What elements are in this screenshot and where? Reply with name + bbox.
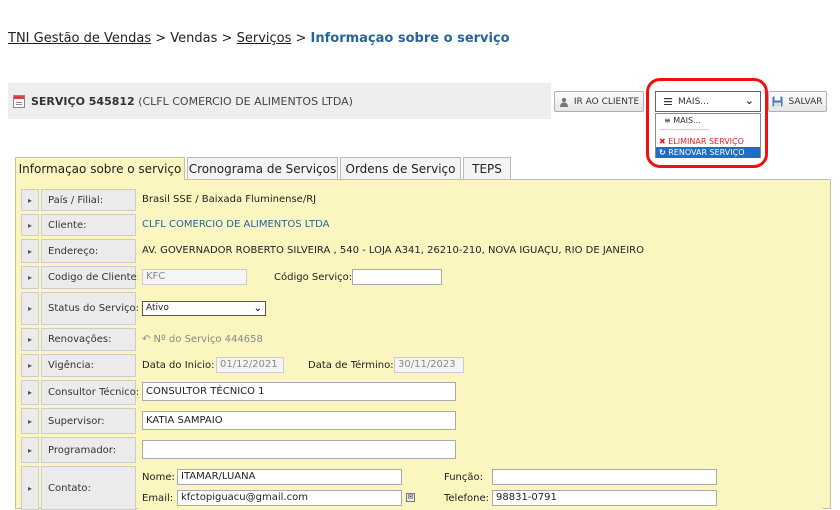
expand-arrow-icon[interactable]: ▸ xyxy=(21,239,39,263)
form-row-renovacoes: ▸ Renovações: ↶ Nº do Serviço 444658 xyxy=(21,328,823,351)
ir-ao-cliente-button[interactable]: IR AO CLIENTE xyxy=(554,91,644,112)
form-row-programador: ▸ Programador: xyxy=(21,437,823,463)
ir-ao-cliente-label: IR AO CLIENTE xyxy=(573,96,640,107)
data-inicio-field[interactable]: 01/12/2021 xyxy=(216,357,284,373)
breadcrumb-separator: > xyxy=(217,31,237,46)
form-row-consultor: ▸ Consultor Técnico: CONSULTOR TÉCNICO 1 xyxy=(21,380,823,405)
supervisor-field[interactable]: KATIA SAMPAIO xyxy=(142,411,456,430)
cliente-link[interactable]: CLFL COMERCIO DE ALIMENTOS LTDA xyxy=(142,219,329,230)
supervisor-label: Supervisor: xyxy=(41,408,136,434)
contato-telefone-label: Telefone: xyxy=(444,493,489,504)
breadcrumb: TNI Gestão de Vendas > Vendas > Serviços… xyxy=(8,31,510,46)
highlight-annotation xyxy=(646,78,768,168)
breadcrumb-separator: > xyxy=(291,31,311,46)
expand-arrow-icon[interactable]: ▸ xyxy=(21,437,39,463)
breadcrumb-separator: > xyxy=(151,31,171,46)
breadcrumb-item-vendas: Vendas xyxy=(170,31,218,46)
tab-ordens[interactable]: Ordens de Serviço xyxy=(340,157,461,179)
data-inicio-label: Data do Inicio: xyxy=(142,360,215,371)
service-document-icon xyxy=(13,95,25,108)
endereco-label: Endereço: xyxy=(41,239,136,263)
consultor-label: Consultor Técnico: xyxy=(41,380,139,405)
pais-value: Brasil SSE / Baixada Fluminense/RJ xyxy=(142,194,317,205)
expand-arrow-icon[interactable]: ▸ xyxy=(21,408,39,434)
breadcrumb-link-servicos[interactable]: Serviços xyxy=(237,31,292,46)
consultor-field[interactable]: CONSULTOR TÉCNICO 1 xyxy=(142,382,456,401)
form-row-status: ▸ Status do Serviço: Ativo ⌄ xyxy=(21,292,823,325)
programador-label: Programador: xyxy=(41,437,136,463)
expand-arrow-icon[interactable]: ▸ xyxy=(21,328,39,351)
codigo-cliente-label: Codigo de Cliente: xyxy=(41,266,140,289)
cliente-label: Cliente: xyxy=(41,214,136,236)
tab-informacao[interactable]: Informaçao sobre o serviço xyxy=(15,157,185,180)
user-icon xyxy=(559,97,568,107)
breadcrumb-link-tni[interactable]: TNI Gestão de Vendas xyxy=(8,31,151,46)
service-client-name: (CLFL COMERCIO DE ALIMENTOS LTDA) xyxy=(138,95,353,108)
save-disk-icon xyxy=(772,96,783,107)
form-row-cliente: ▸ Cliente: CLFL COMERCIO DE ALIMENTOS LT… xyxy=(21,214,823,236)
form-row-contato: ▸ Contato: Nome: ITAMAR/LUANA Função: Em… xyxy=(21,466,823,510)
form-row-supervisor: ▸ Supervisor: KATIA SAMPAIO xyxy=(21,408,823,434)
expand-arrow-icon[interactable]: ▸ xyxy=(21,214,39,236)
tab-cronograma[interactable]: Cronograma de Serviços xyxy=(187,157,338,179)
contato-funcao-label: Função: xyxy=(444,472,483,483)
data-termino-label: Data de Término: xyxy=(308,360,394,371)
form-row-codigo: ▸ Codigo de Cliente: KFC Código Serviço: xyxy=(21,266,823,289)
tab-teps[interactable]: TEPS xyxy=(463,157,511,179)
status-label: Status do Serviço: xyxy=(41,292,139,325)
contato-nome-field[interactable]: ITAMAR/LUANA xyxy=(177,469,402,485)
data-termino-field[interactable]: 30/11/2023 xyxy=(394,357,464,373)
expand-arrow-icon[interactable]: ▸ xyxy=(21,189,39,211)
renovacoes-label: Renovações: xyxy=(41,328,136,351)
service-title: SERVIÇO 545812 (CLFL COMERCIO DE ALIMENT… xyxy=(31,95,353,108)
contato-email-field[interactable]: kfctopiguacu@gmail.com xyxy=(177,490,402,506)
vigencia-label: Vigência: xyxy=(41,354,136,377)
form-row-pais: ▸ País / Filial: Brasil SSE / Baixada Fl… xyxy=(21,189,823,211)
codigo-cliente-field[interactable]: KFC xyxy=(142,269,247,285)
endereco-value: AV. GOVERNADOR ROBERTO SILVEIRA , 540 - … xyxy=(142,245,645,256)
chevron-down-icon: ⌄ xyxy=(253,303,262,314)
codigo-servico-label: Código Serviço: xyxy=(274,272,353,283)
expand-arrow-icon[interactable]: ▸ xyxy=(21,292,39,325)
form-row-vigencia: ▸ Vigência: Data do Inicio: 01/12/2021 D… xyxy=(21,354,823,377)
service-number: SERVIÇO 545812 xyxy=(31,95,135,108)
contato-telefone-field[interactable]: 98831-0791 xyxy=(492,490,717,506)
salvar-button[interactable]: SALVAR xyxy=(768,91,827,112)
expand-arrow-icon[interactable]: ▸ xyxy=(21,266,39,289)
breadcrumb-current: Informaçao sobre o serviço xyxy=(310,31,510,46)
contato-funcao-field[interactable] xyxy=(492,469,717,485)
codigo-servico-field[interactable] xyxy=(352,269,442,285)
expand-arrow-icon[interactable]: ▸ xyxy=(21,354,39,377)
status-select[interactable]: Ativo ⌄ xyxy=(142,301,266,316)
salvar-label: SALVAR xyxy=(788,96,823,107)
renovacoes-value[interactable]: ↶ Nº do Serviço 444658 xyxy=(142,334,263,345)
email-send-icon[interactable]: ✉ xyxy=(406,493,415,502)
pais-label: País / Filial: xyxy=(41,189,136,211)
expand-arrow-icon[interactable]: ▸ xyxy=(21,380,39,405)
status-select-value: Ativo xyxy=(146,303,169,313)
expand-arrow-icon[interactable]: ▸ xyxy=(21,466,39,510)
form-row-endereco: ▸ Endereço: AV. GOVERNADOR ROBERTO SILVE… xyxy=(21,239,823,263)
contato-label: Contato: xyxy=(41,466,136,510)
contato-nome-label: Nome: xyxy=(142,472,175,483)
contato-email-label: Email: xyxy=(142,493,174,504)
programador-field[interactable] xyxy=(142,440,456,459)
